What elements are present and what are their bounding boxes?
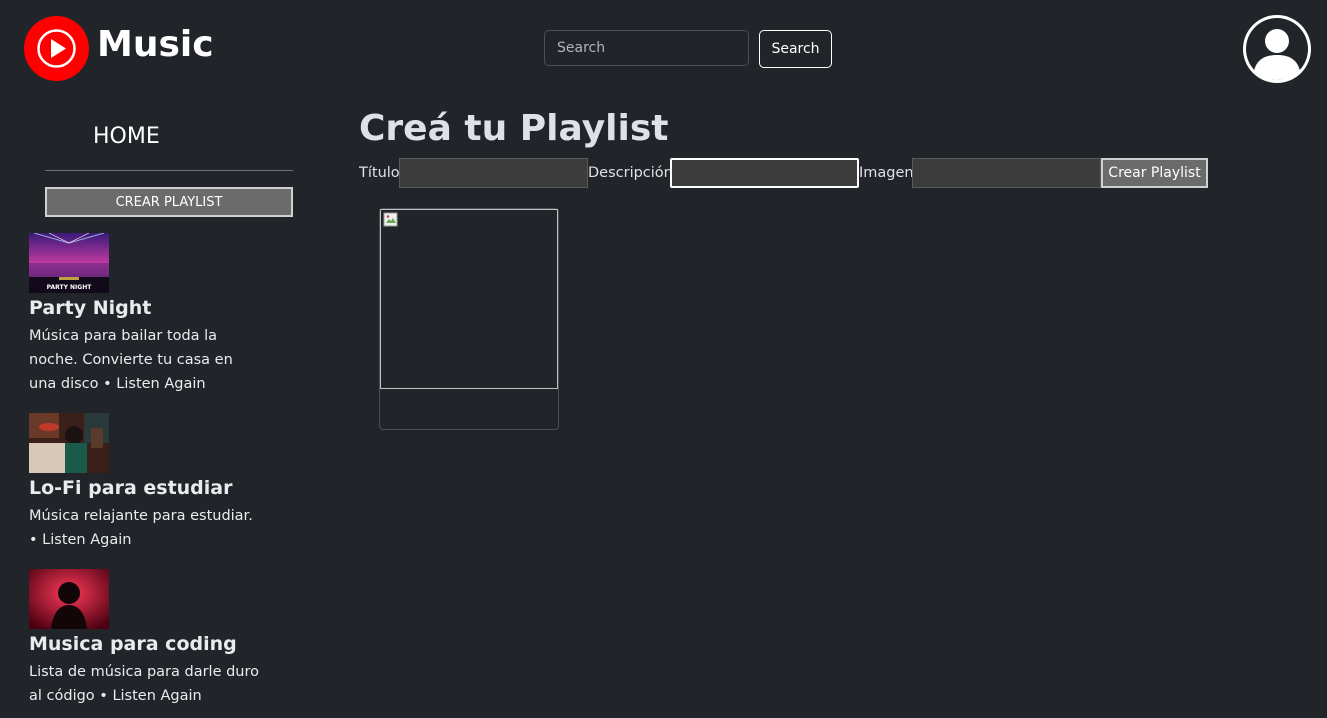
playlist-description: Lista de música para darle duro al códig… [29, 664, 260, 704]
titulo-input[interactable] [399, 158, 588, 188]
playlist-thumbnail-coding[interactable] [29, 569, 109, 629]
imagen-input[interactable] [912, 158, 1101, 188]
playlist-description: Música relajante para estudiar. • Listen… [29, 508, 253, 548]
playlist-card[interactable] [379, 208, 559, 430]
playlist-item[interactable]: Lo-Fi para estudiar Música relajante par… [29, 413, 269, 552]
crear-playlist-submit-button[interactable]: Crear Playlist [1101, 158, 1208, 188]
playlist-item[interactable]: PARTY NIGHT Party Night Música para bail… [29, 233, 269, 396]
page-title: Creá tu Playlist [359, 108, 669, 149]
home-link[interactable]: HOME [93, 124, 160, 149]
youtube-music-logo-icon[interactable] [24, 16, 89, 81]
titulo-label: Título [359, 165, 400, 181]
user-avatar-icon[interactable] [1243, 15, 1311, 83]
descripcion-input[interactable] [670, 158, 859, 188]
sidebar-divider [45, 170, 293, 171]
crear-playlist-button[interactable]: CREAR PLAYLIST [45, 187, 293, 217]
playlist-thumbnail-lofi[interactable] [29, 413, 109, 473]
descripcion-label: Descripción [588, 165, 673, 181]
search-input[interactable] [544, 30, 749, 66]
playlist-item[interactable]: Musica para coding Lista de música para … [29, 569, 269, 708]
playlist-description: Música para bailar toda la noche. Convie… [29, 328, 233, 392]
thumb-caption: PARTY NIGHT [47, 284, 93, 291]
sidebar: HOME CREAR PLAYLIST PARTY NIGHT Party Ni… [0, 100, 310, 718]
logo-text[interactable]: Music [97, 22, 214, 68]
playlist-title[interactable]: Musica para coding [29, 632, 269, 656]
broken-image-icon [380, 209, 558, 389]
search-button[interactable]: Search [759, 30, 832, 68]
imagen-label: Imagen [859, 165, 914, 181]
playlist-title[interactable]: Party Night [29, 296, 269, 320]
header: Music Search [0, 0, 1327, 100]
playlist-title[interactable]: Lo-Fi para estudiar [29, 476, 269, 500]
playlist-thumbnail-party-night[interactable]: PARTY NIGHT [29, 233, 109, 293]
